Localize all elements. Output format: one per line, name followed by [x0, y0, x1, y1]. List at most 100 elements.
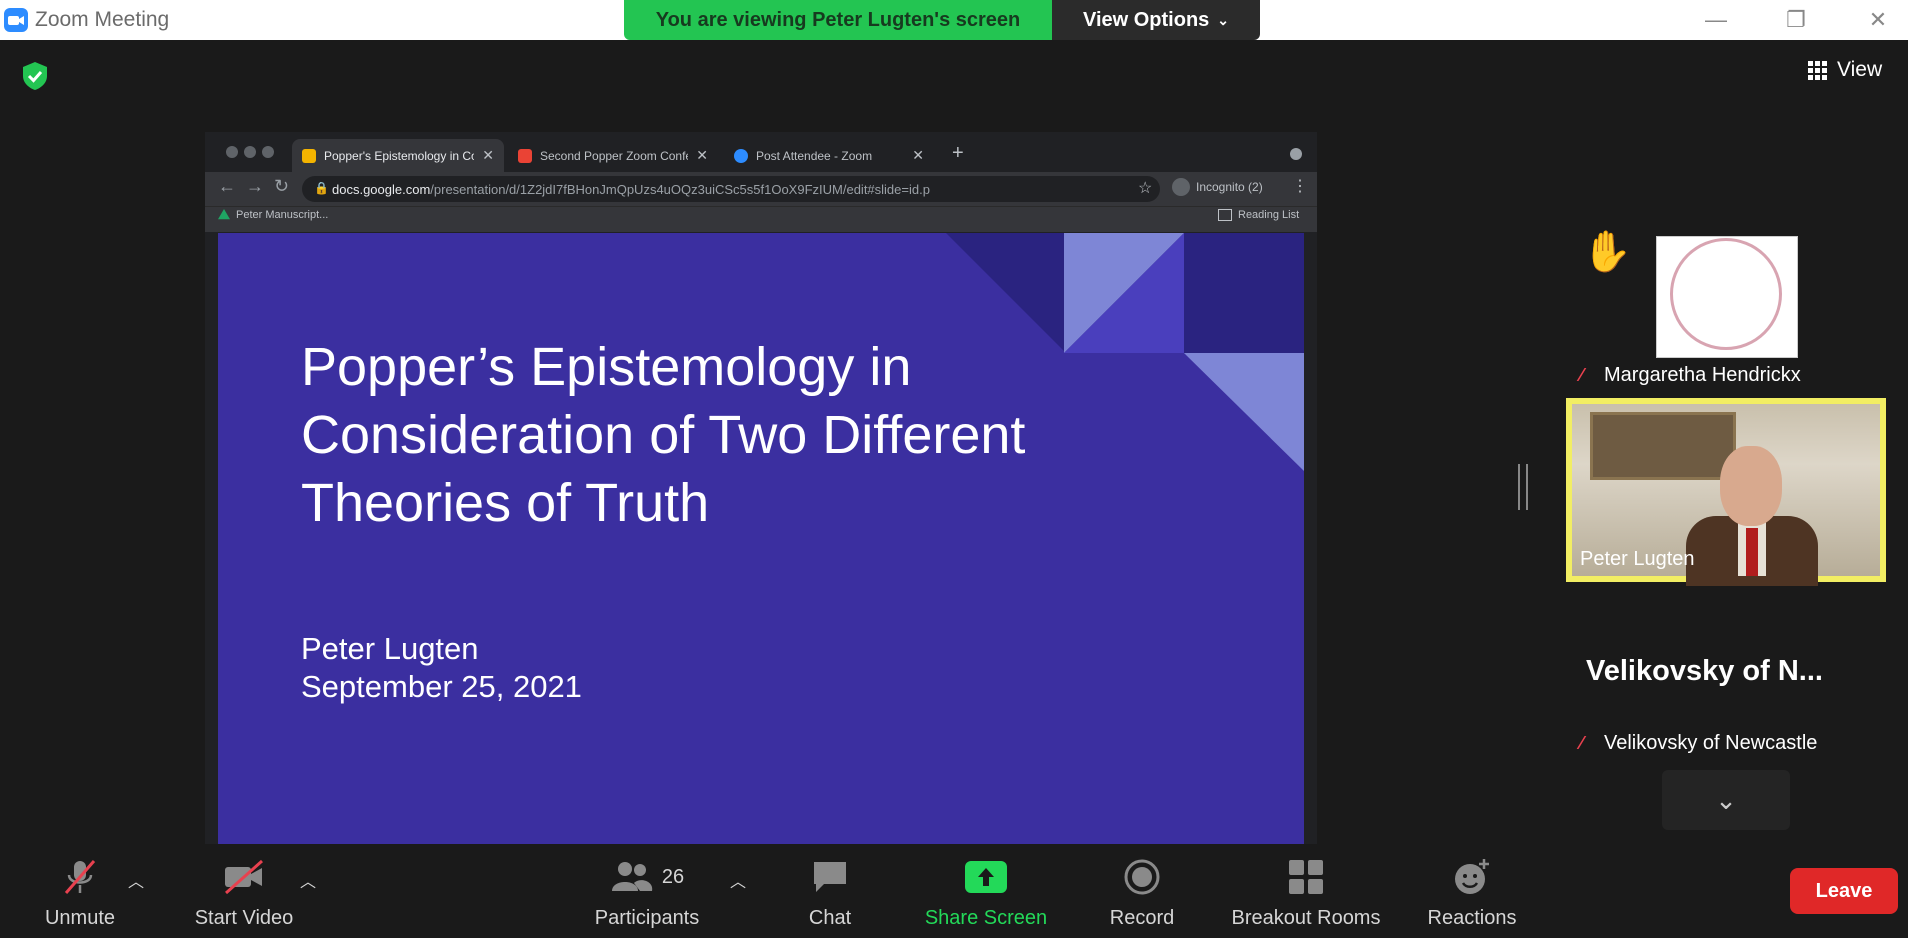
reading-list-label: Reading List	[1238, 209, 1300, 221]
bookmark-label: Peter Manuscript...	[236, 209, 329, 221]
url-path: /presentation/d/1Z2jdI7fBHonJmQpUzs4uOQz…	[430, 181, 930, 197]
reading-list-icon	[1218, 209, 1232, 221]
browser-tab[interactable]: Popper's Epistemology in Con... ✕	[292, 139, 504, 172]
muted-mic-icon: ⁄	[1580, 364, 1584, 385]
reload-icon[interactable]: ↻	[274, 176, 289, 197]
slide-author: Peter Lugten	[301, 631, 479, 666]
view-options-label: View Options	[1082, 8, 1210, 31]
breakout-rooms-icon	[1283, 857, 1329, 897]
star-icon[interactable]: ☆	[1138, 178, 1152, 198]
participant-name: ⁄ Velikovsky of Newcastle	[1580, 732, 1817, 755]
back-icon[interactable]: ←	[218, 176, 236, 197]
record-icon	[1119, 857, 1165, 897]
muted-mic-icon: ⁄	[1580, 732, 1584, 753]
participant-name-text: Peter Lugten	[1580, 548, 1695, 570]
viewing-banner: You are viewing Peter Lugten's screen	[624, 0, 1052, 40]
participant-name: Peter Lugten	[1580, 548, 1695, 571]
video-person-tie	[1746, 528, 1758, 576]
muted-microphone-icon	[57, 857, 103, 897]
participants-options-caret[interactable]: ︿	[730, 868, 746, 892]
breakout-rooms-label: Breakout Rooms	[1231, 907, 1381, 929]
restore-button[interactable]: ❐	[1776, 6, 1816, 34]
video-background-picture	[1590, 412, 1736, 480]
forward-icon[interactable]: →	[246, 176, 264, 197]
start-video-button[interactable]: Start Video	[186, 852, 302, 938]
participant-name: ⁄ Margaretha Hendrickx	[1580, 364, 1801, 387]
slide-date: September 25, 2021	[301, 669, 582, 704]
grid-icon	[1808, 60, 1827, 80]
lock-icon[interactable]: 🔒	[314, 181, 329, 195]
window-title: Zoom Meeting	[35, 8, 170, 31]
close-button[interactable]: ✕	[1858, 6, 1898, 34]
slide-title: Popper’s Epistemology in Consideration o…	[301, 337, 1026, 533]
browser-tab[interactable]: Post Attendee - Zoom ✕	[724, 139, 934, 172]
reactions-button[interactable]: Reactions	[1422, 852, 1522, 938]
incognito-label: Incognito (2)	[1196, 180, 1263, 194]
chat-label: Chat	[808, 907, 852, 929]
audio-options-caret[interactable]: ︿	[128, 868, 144, 892]
participants-button[interactable]: 26 Participants	[580, 852, 714, 938]
unmute-button[interactable]: Unmute	[30, 852, 130, 938]
tab-search-icon[interactable]	[1290, 148, 1302, 160]
participants-icon: 26	[597, 857, 697, 897]
video-options-caret[interactable]: ︿	[300, 868, 316, 892]
view-label: View	[1837, 58, 1883, 81]
slide-decoration	[946, 233, 1304, 471]
chat-button[interactable]: Chat	[790, 852, 870, 938]
view-button[interactable]: View	[1808, 52, 1902, 88]
zoom-logo-icon	[4, 8, 28, 32]
participant-display-name: Velikovsky of N...	[1586, 655, 1823, 687]
video-off-icon	[221, 857, 267, 897]
new-tab-button[interactable]: +	[952, 142, 964, 165]
breakout-rooms-button[interactable]: Breakout Rooms	[1222, 852, 1390, 938]
participant-count: 26	[661, 865, 685, 888]
incognito-icon	[1172, 178, 1190, 196]
zoom-icon	[734, 148, 748, 163]
url-bar[interactable]: docs.google.com/presentation/d/1Z2jdI7fB…	[302, 176, 1160, 202]
reactions-icon	[1449, 857, 1495, 897]
chevron-down-icon: ⌄	[1217, 11, 1230, 28]
panel-resize-handle[interactable]	[1518, 464, 1528, 510]
record-button[interactable]: Record	[1102, 852, 1182, 938]
presentation-slide: Popper’s Epistemology in Consideration o…	[218, 233, 1304, 844]
gmail-icon	[518, 148, 532, 163]
avatar-image	[1670, 238, 1782, 350]
start-video-label: Start Video	[194, 907, 294, 929]
tab-label: Popper's Epistemology in Con...	[324, 148, 474, 163]
incognito-indicator[interactable]: Incognito (2)	[1172, 178, 1263, 196]
close-icon[interactable]: ✕	[912, 147, 924, 164]
raised-hand-icon: ✋	[1582, 230, 1632, 274]
close-icon[interactable]: ✕	[696, 147, 708, 164]
url-host: docs.google.com	[332, 181, 431, 197]
tab-label: Post Attendee - Zoom	[756, 148, 873, 163]
reactions-label: Reactions	[1427, 907, 1517, 929]
video-person-head	[1720, 446, 1782, 526]
window-dot	[244, 146, 256, 158]
close-icon[interactable]: ✕	[482, 147, 494, 164]
view-options-button[interactable]: View Options ⌄	[1052, 0, 1260, 40]
unmute-label: Unmute	[44, 907, 116, 929]
share-screen-button[interactable]: Share Screen	[918, 852, 1054, 938]
tab-label: Second Popper Zoom Confere...	[540, 148, 688, 163]
share-screen-label: Share Screen	[924, 907, 1048, 929]
participant-name-text: Velikovsky of Newcastle	[1604, 732, 1818, 754]
reading-list-button[interactable]: Reading List	[1218, 209, 1299, 221]
encryption-shield-icon[interactable]	[20, 60, 50, 92]
window-dot	[262, 146, 274, 158]
menu-icon[interactable]: ⋮	[1292, 176, 1308, 196]
participants-label: Participants	[594, 907, 700, 929]
window-dot	[226, 146, 238, 158]
browser-tab[interactable]: Second Popper Zoom Confere... ✕	[508, 139, 718, 172]
drive-icon	[218, 209, 230, 220]
chat-icon	[807, 857, 853, 897]
chevron-down-icon: ⌄	[1715, 784, 1737, 815]
leave-button[interactable]: Leave	[1790, 868, 1898, 914]
minimize-button[interactable]: —	[1696, 6, 1736, 34]
scroll-down-button[interactable]: ⌄	[1662, 770, 1790, 830]
bookmark-item[interactable]: Peter Manuscript...	[218, 209, 328, 221]
share-screen-icon	[963, 857, 1009, 897]
participant-name-text: Margaretha Hendrickx	[1604, 364, 1801, 386]
slides-icon	[302, 148, 316, 163]
record-label: Record	[1109, 907, 1175, 929]
bookmarks-bar	[205, 206, 1317, 232]
